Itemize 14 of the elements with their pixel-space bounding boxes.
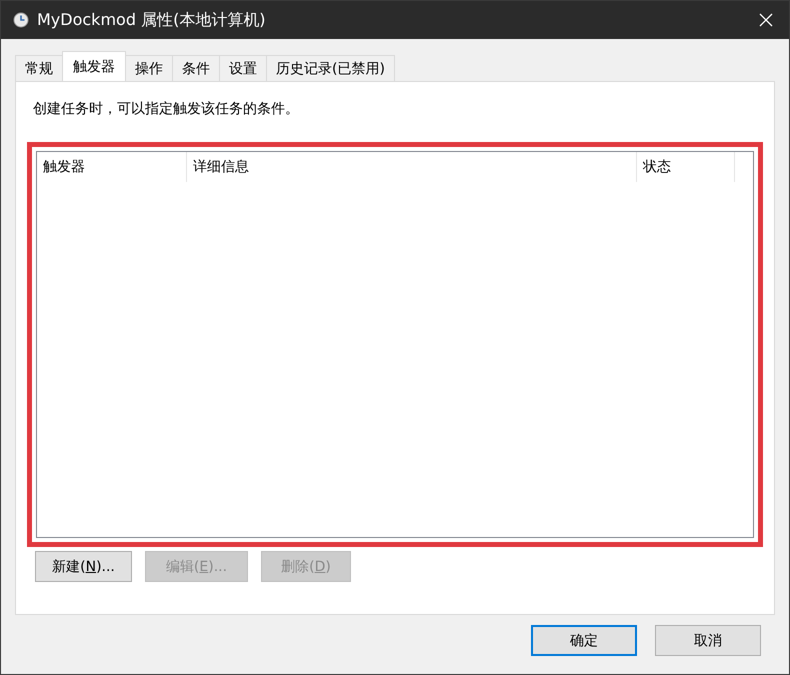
dialog-button[interactable]: 确定 <box>531 625 637 656</box>
column-header[interactable]: 触发器 <box>37 152 187 182</box>
clock-icon <box>13 12 29 28</box>
tab[interactable]: 历史记录(已禁用) <box>266 55 395 81</box>
tab[interactable]: 常规 <box>15 55 63 81</box>
window-title: MyDockmod 属性(本地计算机) <box>37 10 267 30</box>
list-button[interactable]: 新建(N)... <box>35 551 132 582</box>
close-icon[interactable] <box>759 13 773 27</box>
column-header[interactable]: 状态 <box>637 152 735 182</box>
dialog-button[interactable]: 取消 <box>655 625 761 656</box>
tab[interactable]: 触发器 <box>62 51 126 81</box>
description-text: 创建任务时，可以指定触发该任务的条件。 <box>33 100 300 118</box>
column-header[interactable]: 详细信息 <box>187 152 637 182</box>
trigger-list[interactable]: 触发器 详细信息 状态 <box>36 151 754 538</box>
